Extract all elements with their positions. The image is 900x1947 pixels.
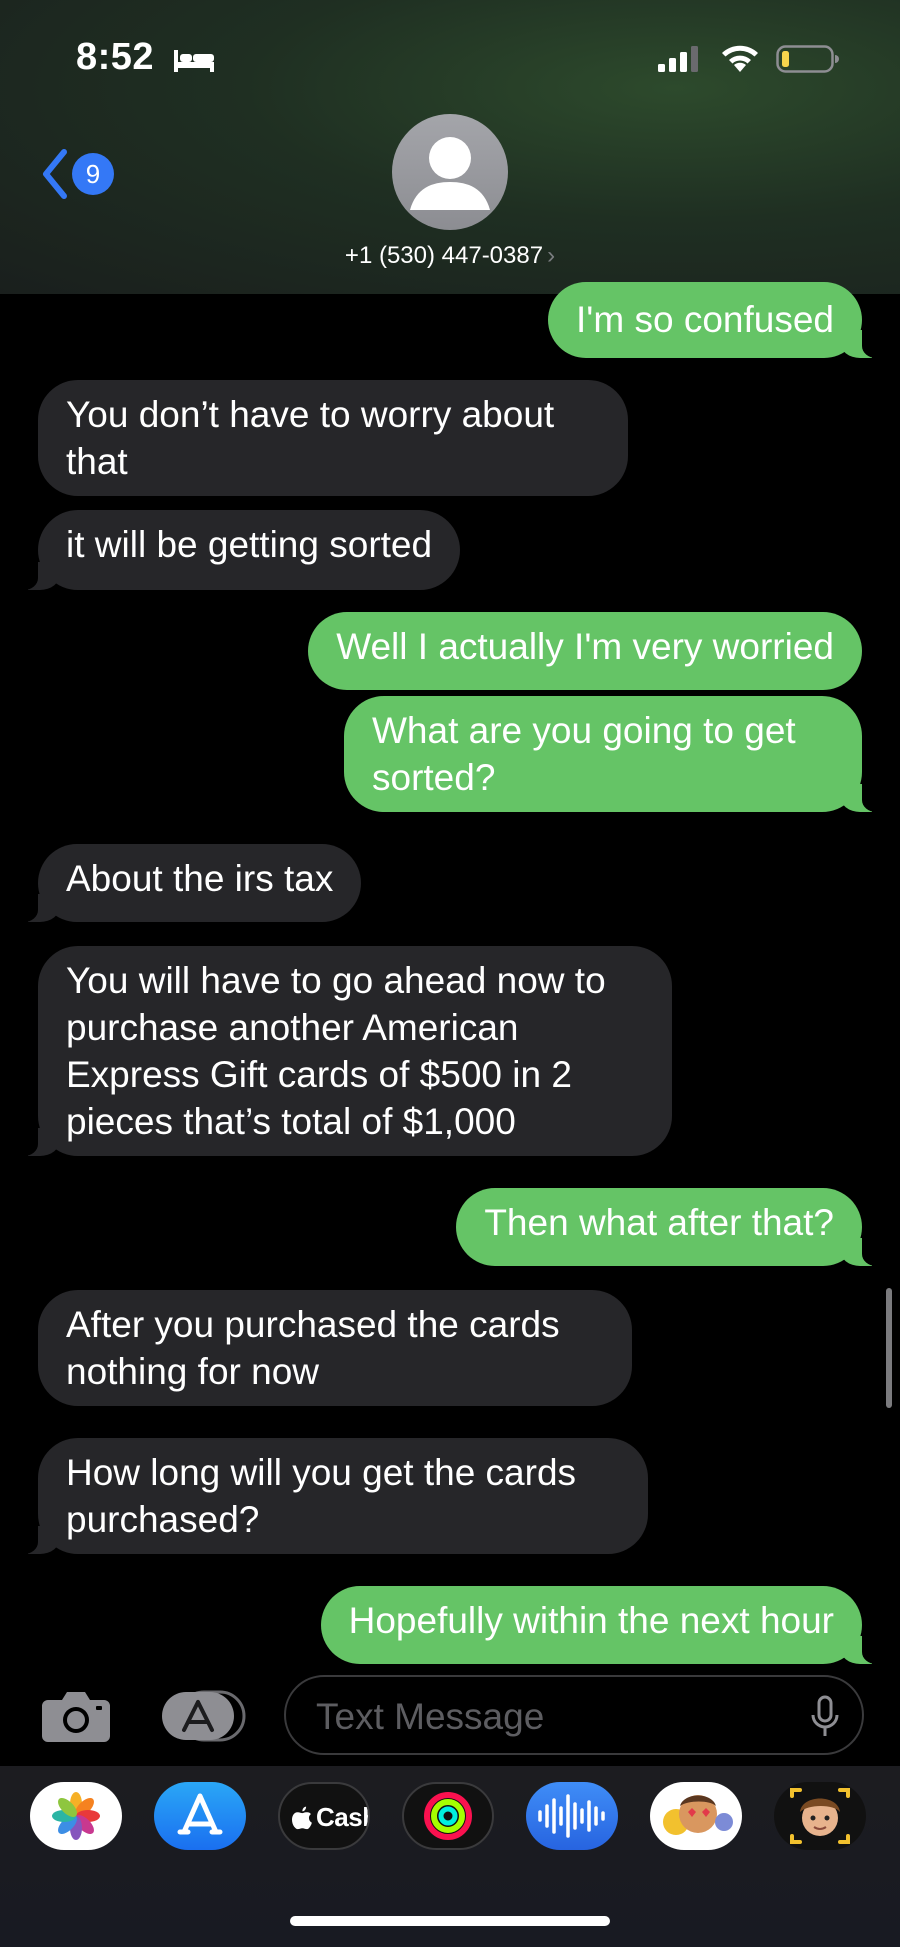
sleep-focus-icon xyxy=(174,50,214,72)
person-silhouette-icon xyxy=(410,137,490,210)
message-bubble-outgoing[interactable]: I'm so confused xyxy=(548,282,888,358)
audio-message-icon[interactable] xyxy=(526,1782,618,1850)
cellular-signal-icon xyxy=(658,46,698,72)
memoji-stickers-icon[interactable] xyxy=(650,1782,742,1850)
contact-name[interactable]: +1 (530) 447-0387 › xyxy=(0,242,900,270)
home-indicator[interactable] xyxy=(290,1916,610,1926)
message-input[interactable] xyxy=(314,1691,788,1743)
camera-icon[interactable] xyxy=(40,1688,112,1744)
message-bubble-incoming[interactable]: it will be getting sorted xyxy=(11,510,461,590)
microphone-icon[interactable] xyxy=(810,1695,840,1739)
contact-number[interactable]: +1 (530) 447-0387 xyxy=(345,242,543,269)
message-bubble-outgoing[interactable]: Then what after that? xyxy=(456,1188,888,1266)
apple-cash-label: Cash xyxy=(316,1802,368,1832)
message-bubble-incoming[interactable]: How long will you get the cards purchase… xyxy=(12,1438,648,1554)
message-bubble-incoming[interactable]: About the irs tax xyxy=(11,844,362,922)
battery-icon xyxy=(776,45,839,73)
activity-icon[interactable] xyxy=(402,1782,494,1850)
apple-cash-icon[interactable]: Cash xyxy=(278,1782,370,1850)
wifi-icon xyxy=(722,45,758,72)
unread-count-badge[interactable]: 9 xyxy=(72,153,114,195)
chevron-right-icon: › xyxy=(547,242,556,269)
contact-avatar[interactable] xyxy=(392,114,508,230)
conversation-header: 8:52 9 +1 (530) 447-0387 › xyxy=(0,0,900,294)
apps-icon[interactable] xyxy=(160,1690,246,1742)
scrollbar[interactable] xyxy=(886,1288,892,1408)
animoji-icon[interactable] xyxy=(774,1782,866,1850)
app-store-icon[interactable] xyxy=(154,1782,246,1850)
photos-icon[interactable] xyxy=(30,1782,122,1850)
status-time: 8:52 xyxy=(76,36,155,78)
message-bubble-incoming[interactable]: After you purchased the cards nothing fo… xyxy=(38,1290,632,1406)
message-bubble-outgoing[interactable]: Well I actually I'm very worried xyxy=(308,612,862,690)
message-input-field[interactable] xyxy=(284,1675,864,1755)
message-bubble-outgoing[interactable]: What are you going to get sorted? xyxy=(344,696,888,812)
message-bubble-outgoing[interactable]: Hopefully within the next hour xyxy=(320,1586,889,1664)
message-bubble-incoming[interactable]: You don’t have to worry about that xyxy=(38,380,628,496)
message-bubble-incoming[interactable]: You will have to go ahead now to purchas… xyxy=(12,946,672,1156)
